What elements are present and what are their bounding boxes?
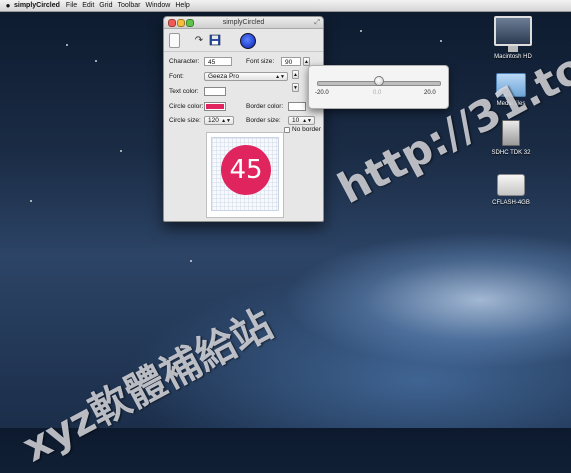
circle-size-select[interactable]: 120 ▲▼ bbox=[204, 116, 234, 125]
circle-color-well[interactable] bbox=[204, 102, 226, 111]
desktop-icon-macintosh-hd[interactable]: Macintosh HD bbox=[478, 16, 548, 60]
star bbox=[440, 40, 442, 42]
imac-icon bbox=[494, 16, 532, 52]
star bbox=[66, 44, 68, 46]
border-color-label: Border color: bbox=[246, 103, 284, 110]
menu-app-name[interactable]: simplyCircled bbox=[14, 2, 60, 9]
zoom-button[interactable] bbox=[186, 19, 194, 27]
star bbox=[95, 60, 97, 62]
menu-toolbar[interactable]: Toolbar bbox=[118, 2, 141, 9]
menu-window[interactable]: Window bbox=[145, 2, 170, 9]
desktop-icon-cflash[interactable]: CFLASH-4GB bbox=[476, 174, 546, 206]
chevron-updown-icon: ▲▼ bbox=[275, 74, 285, 80]
slider-mid-label: 0.0 bbox=[373, 90, 382, 96]
star bbox=[120, 150, 122, 152]
desktop-icon-label: CFLASH-4GB bbox=[492, 200, 530, 206]
border-size-label: Border size: bbox=[246, 117, 281, 124]
menu-edit[interactable]: Edit bbox=[82, 2, 94, 9]
text-color-well[interactable] bbox=[204, 87, 226, 96]
menu-grid[interactable]: Grid bbox=[99, 2, 112, 9]
preview-grid: 45 bbox=[211, 137, 279, 211]
chevron-updown-icon: ▲▼ bbox=[221, 118, 231, 124]
offset-slider-popover: -20.0 0.0 20.0 bbox=[308, 65, 449, 109]
slider-max-label: 20.0 bbox=[424, 90, 436, 96]
circle-size-label: Circle size: bbox=[169, 117, 201, 124]
text-color-label: Text color: bbox=[169, 88, 199, 95]
close-button[interactable] bbox=[168, 19, 176, 27]
window-toolbar: ↷ bbox=[164, 29, 323, 52]
font-select[interactable]: Geeza Pro ▲▼ bbox=[204, 72, 288, 81]
circle-color-label: Circle color: bbox=[169, 103, 204, 110]
no-border-checkbox[interactable] bbox=[284, 127, 290, 133]
star bbox=[30, 200, 32, 202]
font-select-value: Geeza Pro bbox=[208, 73, 240, 80]
circle-color-swatch bbox=[206, 104, 224, 109]
share-arrow-button[interactable]: ↷ bbox=[192, 33, 206, 47]
border-size-select[interactable]: 10 ▲▼ bbox=[288, 116, 315, 125]
baseline-offset-button[interactable]: ▼ bbox=[292, 83, 299, 92]
offset-slider-knob[interactable] bbox=[374, 76, 384, 86]
font-size-field[interactable]: 90 bbox=[281, 57, 301, 66]
font-label: Font: bbox=[169, 73, 184, 80]
window-title: simplyCircled bbox=[222, 19, 265, 26]
preview-pane: 45 bbox=[206, 132, 284, 218]
save-button[interactable] bbox=[208, 33, 222, 47]
text-color-swatch bbox=[206, 89, 224, 94]
slider-min-label: -20.0 bbox=[315, 90, 329, 96]
minimize-button[interactable] bbox=[177, 19, 185, 27]
preview-circle: 45 bbox=[221, 145, 271, 195]
border-color-swatch bbox=[290, 104, 304, 109]
star bbox=[360, 30, 362, 32]
menu-file[interactable]: File bbox=[66, 2, 77, 9]
no-border-label: No border bbox=[292, 126, 321, 133]
floppy-disk-icon bbox=[209, 34, 221, 46]
circle-size-value: 120 bbox=[208, 117, 219, 124]
resize-corner-icon[interactable]: ⤢ bbox=[314, 17, 320, 28]
character-field[interactable]: 45 bbox=[204, 57, 232, 66]
simplycircled-window: simplyCircled ⤢ ↷ Character: 45 Font siz… bbox=[163, 16, 324, 222]
window-titlebar[interactable]: simplyCircled ⤢ bbox=[164, 17, 323, 29]
menu-help[interactable]: Help bbox=[175, 2, 189, 9]
circle-style-button[interactable] bbox=[240, 33, 256, 49]
new-document-button[interactable] bbox=[169, 33, 180, 48]
font-size-label: Font size: bbox=[246, 58, 275, 65]
chevron-updown-icon: ▲▼ bbox=[302, 118, 312, 124]
character-label: Character: bbox=[169, 58, 200, 65]
font-adjust-button[interactable]: ▲ bbox=[292, 70, 299, 79]
star bbox=[190, 260, 192, 262]
apple-menu-icon[interactable]: ● bbox=[2, 1, 14, 10]
border-size-value: 10 bbox=[292, 117, 300, 124]
menu-bar: ● simplyCircled File Edit Grid Toolbar W… bbox=[0, 0, 571, 12]
external-drive-icon bbox=[497, 174, 525, 196]
watermark-site-name: xyz軟體補給站 bbox=[15, 301, 281, 472]
desktop-icon-label: SDHC TDK 32 bbox=[491, 150, 531, 156]
border-color-well[interactable] bbox=[288, 102, 306, 111]
